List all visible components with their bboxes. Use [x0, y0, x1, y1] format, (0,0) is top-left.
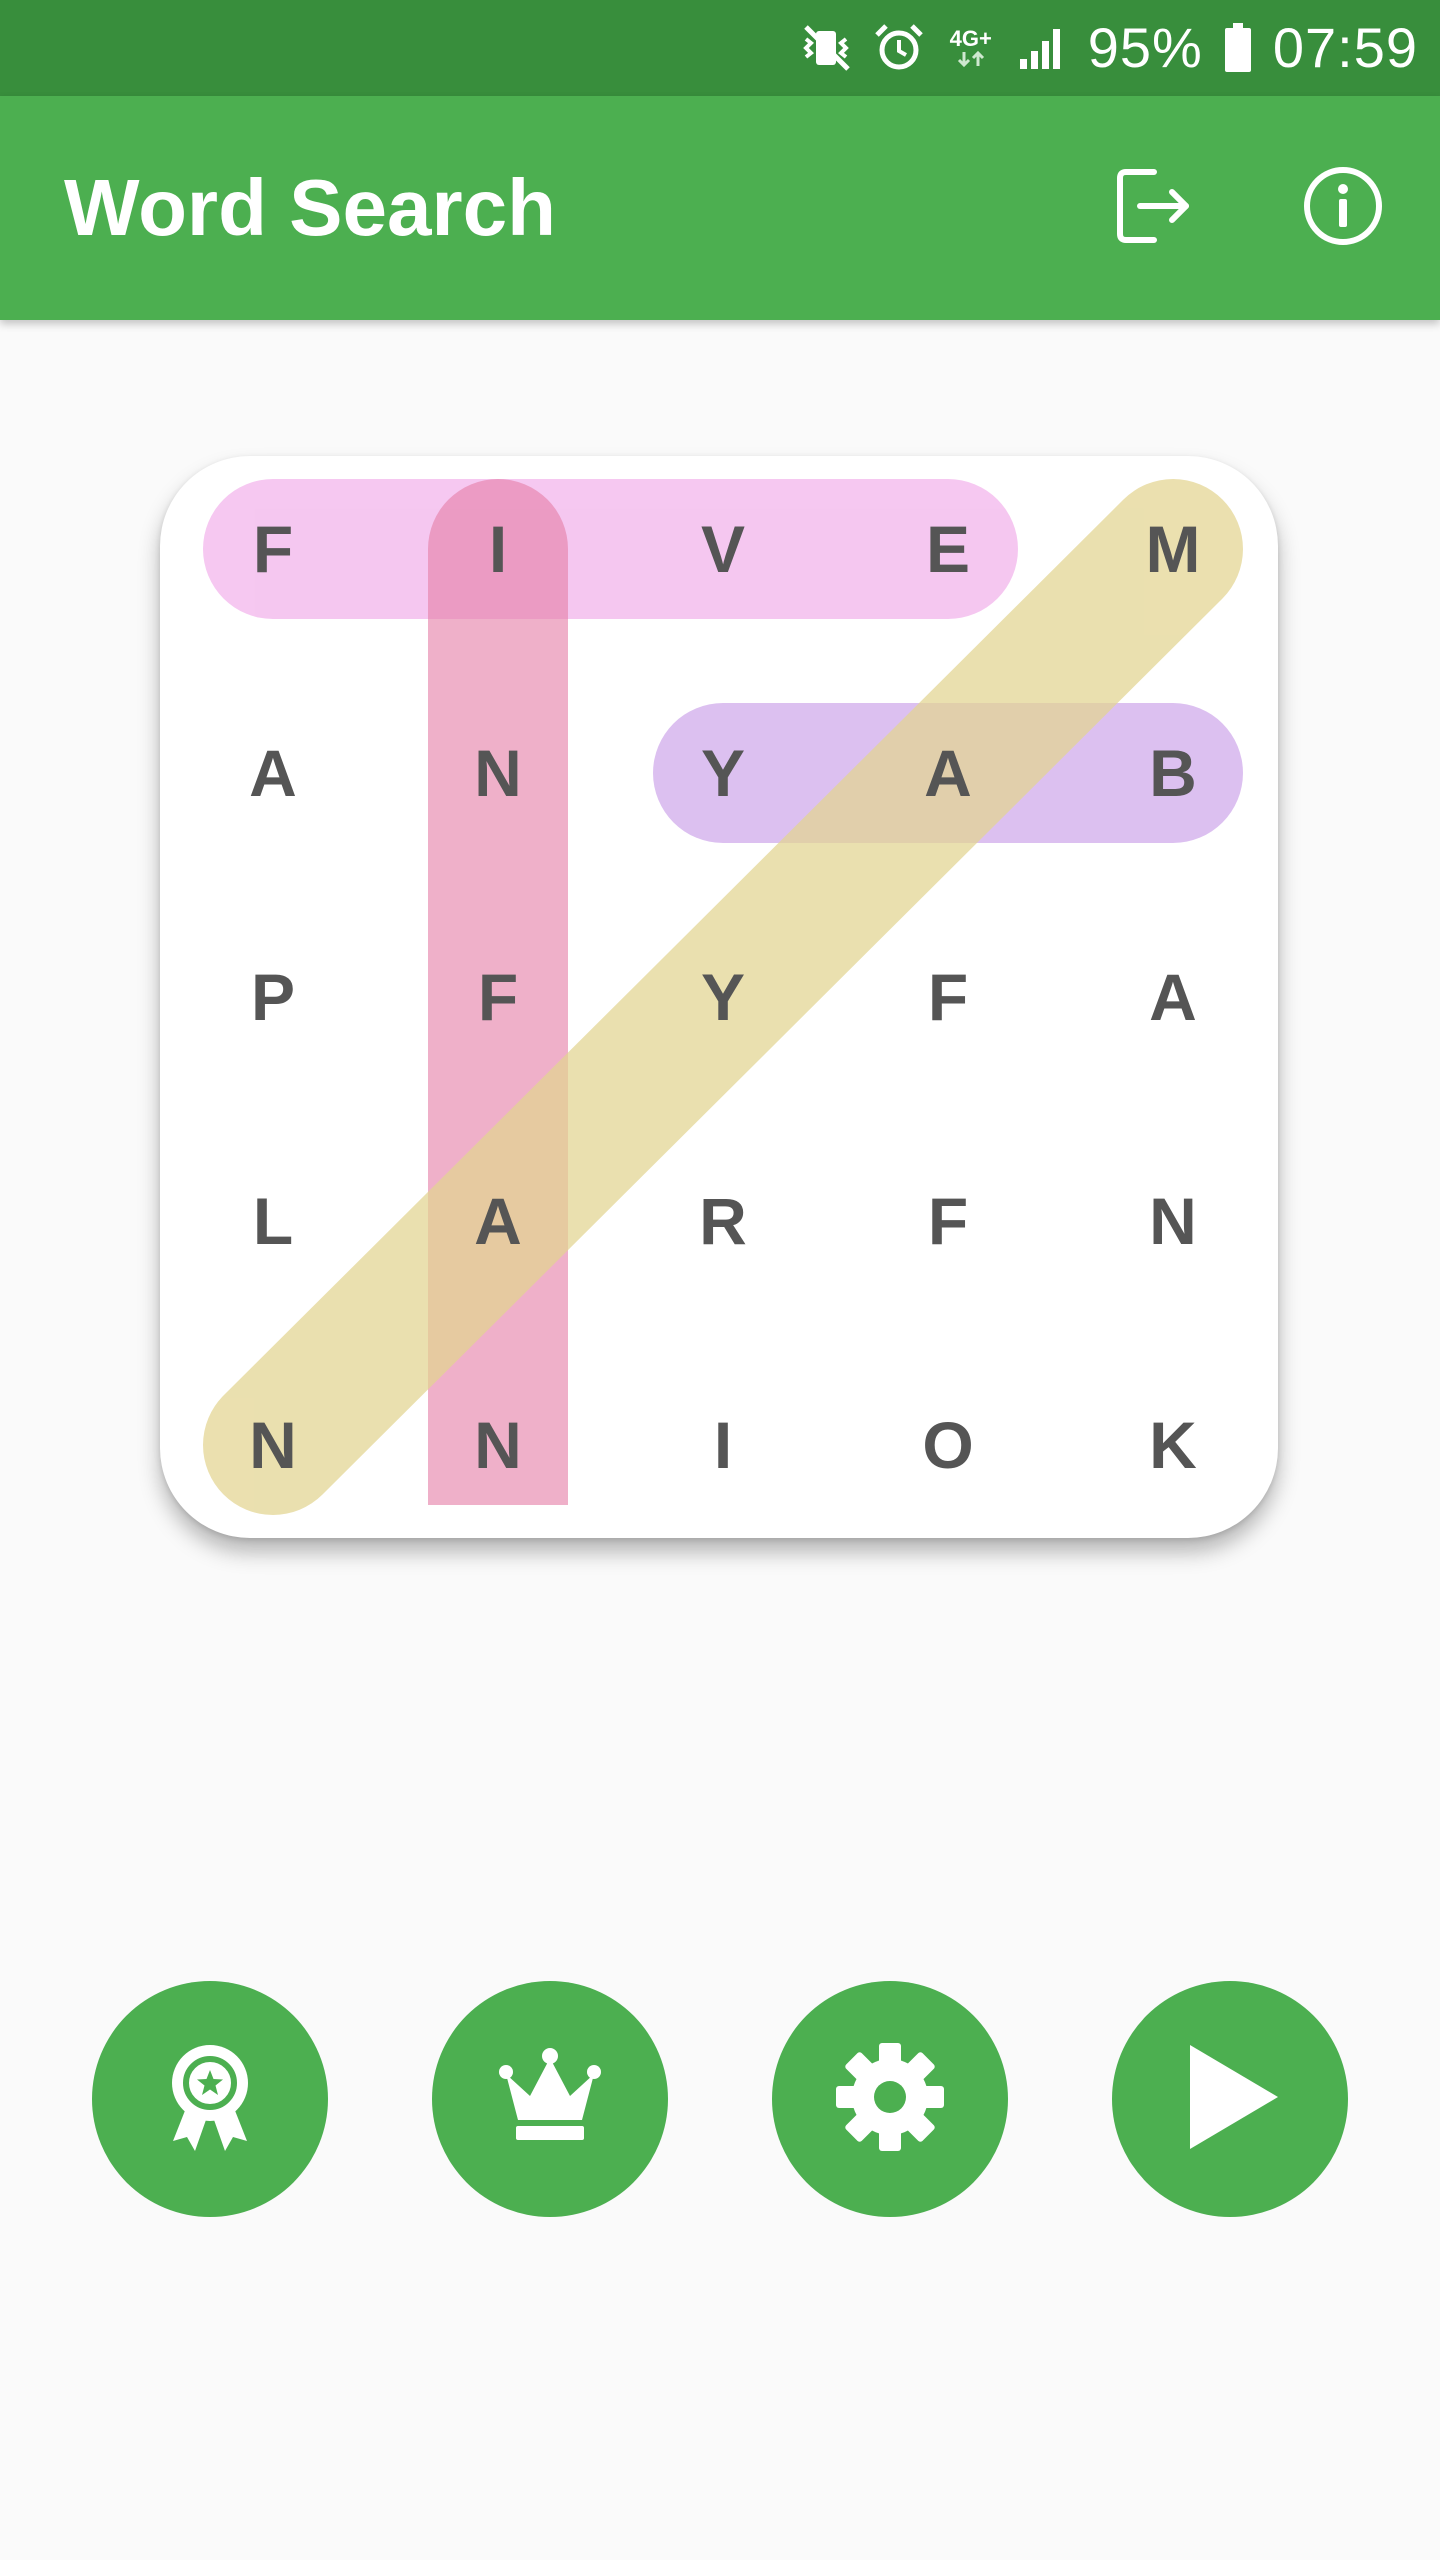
status-icons: 4G+ 95% 07:59 — [800, 0, 1418, 96]
vibrate-mute-icon — [800, 21, 854, 75]
grid-cell-r0-c2[interactable]: V — [663, 489, 783, 609]
play-icon — [1170, 2037, 1290, 2162]
word-grid[interactable]: FIVEMANYABPFYFALARFNNNIOK — [160, 456, 1278, 1538]
grid-cell-r1-c3[interactable]: A — [888, 713, 1008, 833]
grid-cell-r1-c1[interactable]: N — [438, 713, 558, 833]
network-label: 4G+ — [949, 26, 992, 51]
grid-cell-r1-c4[interactable]: B — [1113, 713, 1233, 833]
grid-cell-r1-c0[interactable]: A — [213, 713, 333, 833]
grid-cell-r2-c0[interactable]: P — [213, 937, 333, 1057]
network-4g-icon: 4G+ — [944, 21, 998, 75]
play-button[interactable] — [1112, 1981, 1348, 2217]
leaderboard-button[interactable] — [432, 1981, 668, 2217]
grid-cell-r1-c2[interactable]: Y — [663, 713, 783, 833]
grid-cell-r3-c2[interactable]: R — [663, 1161, 783, 1281]
grid-cell-r2-c4[interactable]: A — [1113, 937, 1233, 1057]
grid-cell-r4-c2[interactable]: I — [663, 1385, 783, 1505]
grid-cell-r2-c2[interactable]: Y — [663, 937, 783, 1057]
grid-cell-r2-c1[interactable]: F — [438, 937, 558, 1057]
app-title: Word Search — [64, 163, 556, 252]
exit-button[interactable] — [1104, 160, 1200, 256]
settings-button[interactable] — [772, 1981, 1008, 2217]
grid-cell-r3-c1[interactable]: A — [438, 1161, 558, 1281]
info-icon — [1301, 164, 1385, 253]
crown-icon — [490, 2042, 610, 2157]
clock: 07:59 — [1272, 16, 1418, 79]
battery-percent: 95% — [1087, 16, 1203, 79]
grid-cell-r4-c3[interactable]: O — [888, 1385, 1008, 1505]
grid-cell-r4-c4[interactable]: K — [1113, 1385, 1233, 1505]
gear-icon — [830, 2037, 950, 2162]
grid-cell-r0-c1[interactable]: I — [438, 489, 558, 609]
grid-cell-r3-c0[interactable]: L — [213, 1161, 333, 1281]
award-ribbon-icon — [155, 2037, 265, 2162]
grid-cell-r4-c1[interactable]: N — [438, 1385, 558, 1505]
signal-icon — [1016, 21, 1070, 75]
exit-icon — [1110, 164, 1194, 253]
grid-cell-r0-c3[interactable]: E — [888, 489, 1008, 609]
info-button[interactable] — [1295, 160, 1391, 256]
battery-icon — [1221, 21, 1255, 75]
alarm-icon — [872, 21, 926, 75]
grid-cell-r0-c0[interactable]: F — [213, 489, 333, 609]
grid-cell-r3-c4[interactable]: N — [1113, 1161, 1233, 1281]
grid-cell-r4-c0[interactable]: N — [213, 1385, 333, 1505]
grid-cell-r0-c4[interactable]: M — [1113, 489, 1233, 609]
status-bar: 4G+ 95% 07:59 — [0, 0, 1440, 96]
grid-cell-r3-c3[interactable]: F — [888, 1161, 1008, 1281]
app-bar: Word Search — [0, 96, 1440, 320]
grid-cell-r2-c3[interactable]: F — [888, 937, 1008, 1057]
achievements-button[interactable] — [92, 1981, 328, 2217]
gear-hole — [874, 2080, 906, 2113]
